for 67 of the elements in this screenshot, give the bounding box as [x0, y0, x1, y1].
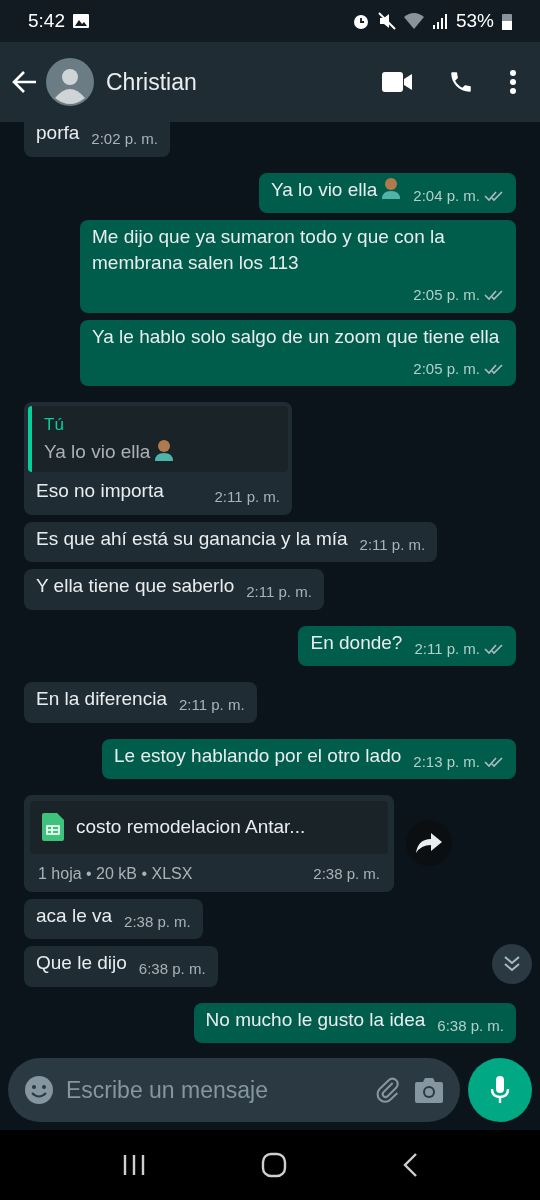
message-time: 2:05 p. m.	[413, 358, 480, 379]
double-chevron-down-icon	[503, 955, 521, 973]
paperclip-icon[interactable]	[374, 1076, 402, 1104]
phone-icon[interactable]	[448, 69, 474, 95]
message-time: 2:11 p. m.	[246, 582, 312, 602]
signal-icon	[431, 13, 448, 29]
scroll-down-button[interactable]	[492, 944, 532, 984]
message-text: En la diferencia	[36, 687, 167, 711]
avatar[interactable]	[46, 58, 94, 106]
message-text: porfa	[36, 122, 80, 145]
home-icon[interactable]	[261, 1152, 287, 1178]
message-text: Ya lo vio ella	[270, 176, 402, 203]
message-text: En donde?	[310, 630, 403, 655]
message-text: Eso no importa	[36, 480, 164, 501]
message-text: Y ella tiene que saberlo	[36, 574, 235, 598]
double-check-icon	[484, 362, 504, 375]
message-text: Ya le hablo solo salgo de un zoom que tiene ella	[92, 324, 500, 349]
spreadsheet-icon	[42, 813, 64, 842]
back-icon[interactable]	[402, 1152, 419, 1178]
message-time: 2:11 p. m.	[214, 487, 280, 507]
battery-icon	[502, 12, 512, 30]
message-time: 2:11 p. m.	[414, 638, 480, 659]
message-time: 2:11 p. m.	[178, 695, 245, 715]
file-name: costo remodelacion Antar...	[76, 815, 306, 839]
recent-apps-icon[interactable]	[121, 1154, 146, 1176]
double-check-icon	[484, 289, 504, 302]
message-text: Me dijo que ya sumaron todo y que con la membrana salen los 113	[92, 225, 446, 275]
message-time: 2:11 p. m.	[359, 534, 426, 555]
person-emoji-icon	[381, 176, 402, 199]
double-check-icon	[484, 755, 504, 768]
camera-icon[interactable]	[414, 1077, 444, 1103]
contact-name[interactable]: Christian	[106, 64, 197, 100]
message-time: 6:38 p. m.	[138, 959, 206, 979]
emoji-icon[interactable]	[24, 1075, 54, 1105]
quote-text: Ya lo vio ella	[44, 437, 276, 466]
double-check-icon	[484, 189, 504, 202]
message-text: aca le va	[36, 903, 113, 928]
message-time: 2:38 p. m.	[313, 864, 380, 884]
message-time: 2:02 p. m.	[91, 129, 158, 149]
message-text: Es que ahí está su ganancia y la mía	[36, 526, 348, 551]
more-options-icon[interactable]	[510, 70, 516, 94]
battery-percentage: 53%	[455, 8, 494, 33]
forward-button[interactable]	[406, 820, 452, 867]
clock-time: 5:42	[28, 8, 65, 33]
person-emoji-icon	[154, 438, 175, 461]
double-check-icon	[484, 642, 504, 655]
file-meta: 1 hoja • 20 kB • XLSX	[38, 863, 193, 884]
message-composer-field[interactable]: Escribe un mensaje	[8, 1058, 460, 1122]
message-time: 2:04 p. m.	[413, 185, 480, 206]
wifi-icon	[403, 13, 424, 29]
message-input-field[interactable]: Escribe un mensaje	[66, 1072, 362, 1108]
image-icon	[73, 14, 89, 28]
back-arrow-icon	[12, 70, 38, 94]
message-text: No mucho le gusto la idea	[205, 1007, 426, 1032]
message-time: 2:05 p. m.	[413, 285, 480, 305]
message-time: 6:38 p. m.	[437, 1015, 504, 1036]
alarm-icon	[351, 12, 370, 30]
microphone-icon	[490, 1076, 510, 1104]
message-time: 2:13 p. m.	[413, 751, 480, 772]
file-attachment[interactable]: costo remodelacion Antar...	[30, 801, 388, 854]
message-text: Le estoy hablando por el otro lado	[113, 743, 402, 768]
mute-icon	[377, 12, 396, 30]
share-arrow-icon	[416, 833, 442, 854]
video-call-icon[interactable]	[382, 72, 412, 92]
message-time: 2:38 p. m.	[124, 911, 191, 932]
message-text: Que le dijo	[36, 951, 127, 975]
quote-author: Tú	[44, 414, 65, 436]
